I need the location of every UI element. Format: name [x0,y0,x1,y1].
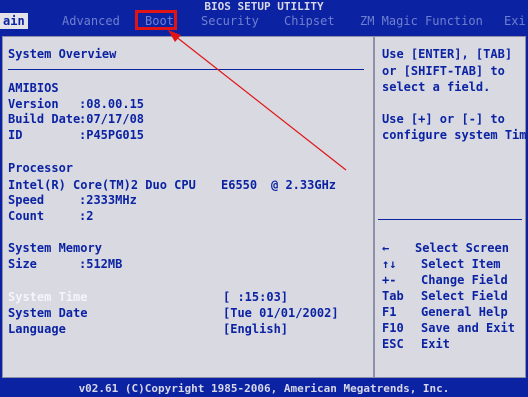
copyright-footer: v02.61 (C)Copyright 1985-2006, American … [0,380,528,397]
annotation-arrow [168,30,347,171]
annotation-arrow-head [168,30,181,42]
annotation-arrow-line [169,31,347,171]
